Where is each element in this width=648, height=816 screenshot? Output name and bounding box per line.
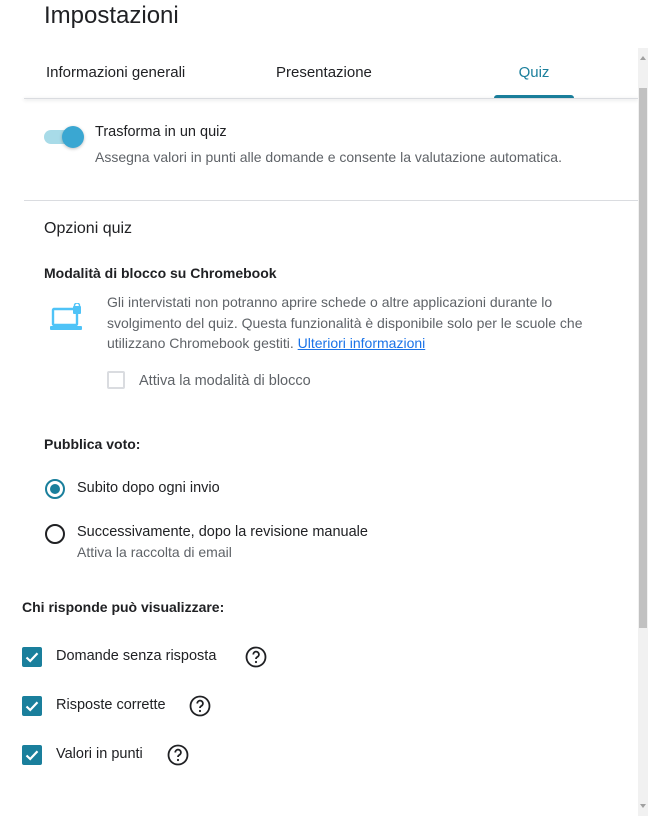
radio-later-note: Attiva la raccolta di email bbox=[77, 544, 232, 560]
tab-general-info[interactable]: Informazioni generali bbox=[46, 52, 185, 98]
point-values-label: Valori in punti bbox=[56, 746, 143, 762]
respondent-view-heading: Chi risponde può visualizzare: bbox=[22, 599, 225, 615]
help-icon[interactable] bbox=[166, 743, 190, 767]
checkmark-icon bbox=[25, 701, 39, 712]
missed-questions-checkbox[interactable] bbox=[22, 647, 42, 667]
scroll-down-arrow-icon[interactable] bbox=[640, 804, 646, 808]
help-icon[interactable] bbox=[244, 645, 268, 669]
help-icon[interactable] bbox=[188, 694, 212, 718]
publish-grade-heading: Pubblica voto: bbox=[44, 436, 141, 452]
make-quiz-description: Assegna valori in punti alle domande e c… bbox=[95, 149, 562, 165]
vertical-scrollbar[interactable] bbox=[638, 48, 648, 816]
dialog-title: Impostazioni bbox=[44, 2, 179, 29]
tab-quiz-label: Quiz bbox=[518, 64, 550, 81]
radio-immediately-label: Subito dopo ogni invio bbox=[77, 480, 220, 496]
lock-mode-description: Gli intervistati non potranno aprire sch… bbox=[107, 292, 617, 354]
tabs-divider bbox=[24, 98, 638, 99]
make-quiz-label: Trasforma in un quiz bbox=[95, 124, 227, 140]
radio-immediately[interactable] bbox=[45, 479, 65, 499]
checkmark-icon bbox=[25, 750, 39, 761]
tab-quiz[interactable]: Quiz bbox=[494, 52, 574, 98]
section-divider bbox=[24, 200, 638, 201]
tab-presentation[interactable]: Presentazione bbox=[276, 52, 372, 98]
toggle-knob bbox=[62, 126, 84, 148]
make-quiz-toggle[interactable] bbox=[44, 126, 84, 148]
quiz-options-heading: Opzioni quiz bbox=[44, 220, 133, 237]
lock-mode-heading: Modalità di blocco su Chromebook bbox=[44, 265, 277, 281]
tab-bar: Informazioni generali Presentazione Quiz bbox=[24, 52, 638, 100]
missed-questions-label: Domande senza risposta bbox=[56, 648, 217, 664]
scroll-up-arrow-icon[interactable] bbox=[640, 56, 646, 60]
learn-more-link[interactable]: Ulteriori informazioni bbox=[298, 335, 426, 351]
correct-answers-label: Risposte corrette bbox=[56, 697, 166, 713]
correct-answers-checkbox[interactable] bbox=[22, 696, 42, 716]
radio-later[interactable] bbox=[45, 524, 65, 544]
laptop-lock-icon bbox=[50, 303, 82, 330]
settings-dialog: Impostazioni Informazioni generali Prese… bbox=[0, 0, 648, 816]
radio-later-label: Successivamente, dopo la revisione manua… bbox=[77, 524, 368, 540]
scrollbar-thumb[interactable] bbox=[639, 88, 647, 628]
lock-mode-checkbox-label: Attiva la modalità di blocco bbox=[139, 373, 311, 389]
checkmark-icon bbox=[25, 652, 39, 663]
point-values-checkbox[interactable] bbox=[22, 745, 42, 765]
lock-mode-checkbox[interactable] bbox=[107, 371, 125, 389]
